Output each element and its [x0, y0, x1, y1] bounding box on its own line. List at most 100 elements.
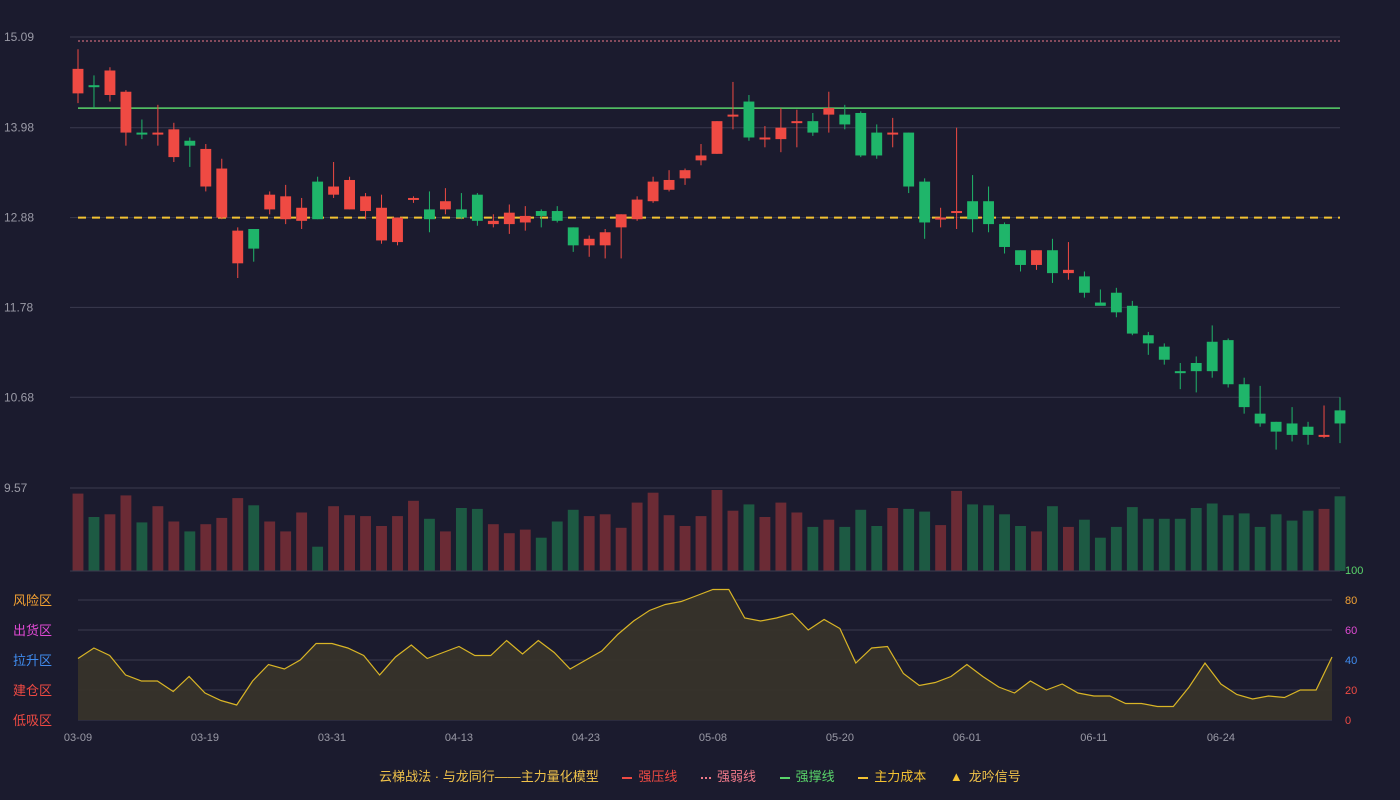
candle-body — [104, 70, 116, 96]
volume-bar — [120, 495, 132, 571]
volume-bar — [807, 526, 819, 571]
volume-bar — [439, 531, 451, 571]
candle-body — [264, 194, 276, 210]
candle-body — [487, 220, 499, 225]
candle-body — [1015, 250, 1026, 265]
volume-bar — [1062, 526, 1074, 571]
volume-bar — [328, 506, 340, 571]
volume-bar — [487, 524, 499, 571]
candle-body — [136, 132, 148, 135]
volume-bar — [1286, 520, 1298, 571]
zone-label: 低吸区 — [13, 713, 52, 728]
x-tick-label: 03-31 — [318, 732, 346, 744]
candle-body — [344, 179, 356, 210]
indicator-tick-label: 100 — [1345, 565, 1363, 577]
x-tick-label: 03-09 — [64, 732, 92, 744]
candle-body — [887, 132, 899, 135]
legend-main-cost[interactable]: 主力成本 — [858, 766, 926, 785]
volume-bar — [999, 514, 1010, 571]
candle-body — [248, 229, 260, 249]
candle-body — [583, 238, 595, 246]
volume-bar — [1031, 531, 1042, 571]
volume-bar — [503, 533, 515, 571]
x-tick-label: 06-11 — [1080, 732, 1107, 744]
volume-bar — [248, 505, 260, 571]
candle-body — [967, 201, 979, 220]
candle-body — [951, 211, 963, 214]
candle-body — [1286, 423, 1298, 435]
candle-body — [1031, 250, 1042, 265]
volume-bar — [535, 537, 547, 571]
x-tick-label: 06-24 — [1207, 732, 1235, 744]
volume-bar — [727, 510, 739, 571]
volume-bar — [1254, 526, 1266, 571]
volume-bar — [1174, 518, 1186, 571]
legend-signal[interactable]: ▲ 龙吟信号 — [950, 766, 1021, 785]
candle-body — [615, 214, 627, 228]
volume-bar — [168, 521, 180, 571]
candle-body — [1078, 276, 1090, 293]
volume-bar — [887, 508, 899, 571]
candle-body — [1254, 413, 1266, 424]
volume-bar — [1047, 506, 1058, 571]
volume-bar — [903, 508, 915, 571]
volume-bar — [1142, 518, 1154, 571]
volume-bar — [743, 504, 755, 571]
candle-body — [519, 215, 531, 223]
candle-body — [919, 181, 931, 223]
volume-bar — [663, 515, 675, 571]
candle-body — [1158, 346, 1170, 360]
x-tick-label: 05-08 — [699, 732, 727, 744]
candle-body — [408, 197, 419, 200]
x-tick-label: 03-19 — [191, 732, 219, 744]
volume-bar — [967, 504, 979, 571]
candle-body — [1206, 341, 1218, 372]
legend: 云梯战法 · 与龙同行——主力量化模型 强压线 强弱线 强撑线 主力成本 ▲ 龙吟… — [0, 766, 1400, 785]
candle-body — [455, 209, 467, 218]
price-tick-label: 15.09 — [4, 30, 34, 44]
candle-body — [871, 132, 883, 156]
candle-body — [184, 140, 196, 146]
volume-bar — [280, 531, 292, 571]
candle-body — [1222, 340, 1234, 385]
volume-bar — [1222, 515, 1234, 571]
volume-bar — [1302, 510, 1314, 571]
indicator-tick-label: 60 — [1345, 625, 1357, 637]
volume-bar — [344, 515, 356, 571]
candle-body — [551, 211, 563, 221]
volume-bar — [1126, 507, 1138, 571]
volume-bar — [184, 531, 196, 571]
candle-body — [759, 137, 771, 140]
indicator-tick-label: 40 — [1345, 655, 1357, 667]
legend-support-line[interactable]: 强撑线 — [779, 766, 835, 785]
candle-body — [599, 232, 611, 246]
legend-weak-line[interactable]: 强弱线 — [701, 766, 756, 785]
candle-body — [232, 230, 244, 264]
x-tick-label: 05-20 — [826, 732, 854, 744]
zone-label: 建仓区 — [13, 683, 52, 698]
candle-body — [1126, 305, 1138, 334]
candle-body — [376, 207, 387, 241]
indicator-area — [78, 589, 1332, 720]
candle-body — [1094, 302, 1106, 306]
volume-bar — [855, 509, 867, 571]
volume-bar — [711, 490, 723, 571]
volume-bar — [791, 512, 803, 571]
volume-bar — [567, 509, 579, 571]
candle-body — [711, 121, 723, 154]
candle-body — [360, 196, 371, 212]
candle-body — [1302, 426, 1314, 435]
legend-main-cost-label: 主力成本 — [874, 769, 927, 784]
volume-bar — [1015, 526, 1026, 571]
candle-body — [695, 155, 707, 161]
candle-body — [471, 194, 483, 221]
legend-strong-pressure[interactable]: 强压线 — [622, 766, 677, 785]
legend-signal-label: 龙吟信号 — [968, 769, 1021, 784]
volume-bar — [919, 511, 931, 571]
volume-bar — [72, 493, 84, 571]
candle-body — [775, 127, 787, 140]
volume-bar — [88, 517, 100, 571]
candle-body — [1110, 292, 1122, 313]
candle-body — [1270, 421, 1282, 432]
legend-strong-pressure-label: 强压线 — [638, 769, 678, 784]
